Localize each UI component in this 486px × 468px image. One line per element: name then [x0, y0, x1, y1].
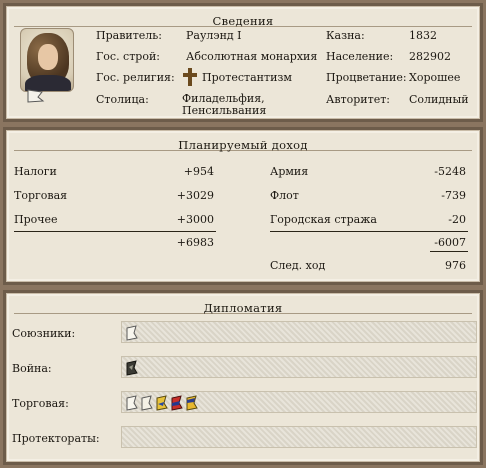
ruler-value[interactable]: Раулэнд I — [186, 29, 242, 42]
religion-value: Протестантизм — [202, 71, 292, 84]
war-label: Война: — [12, 362, 52, 375]
capital-label: Столица: — [96, 93, 149, 106]
protectorates-bar[interactable] — [121, 426, 477, 448]
next-turn-value: 976 — [445, 259, 466, 272]
government-value: Абсолютная монархия — [186, 50, 318, 63]
income-total-value: +6983 — [176, 236, 214, 249]
red-blue-flag-icon[interactable] — [169, 394, 185, 412]
income-other-label: Прочее — [14, 213, 58, 226]
expense-fleet-label: Флот — [270, 189, 299, 202]
treasury-value: 1832 — [409, 29, 437, 42]
income-other-value: +3000 — [176, 213, 214, 226]
faction-info-panel: Сведения Правитель: Раулэнд I Гос. строй… — [3, 3, 483, 122]
ruler-label: Правитель: — [96, 29, 162, 42]
diplomacy-title-bar: Дипломатия — [14, 297, 472, 315]
treasury-label: Казна: — [326, 29, 365, 42]
yellow-flag-icon[interactable] — [154, 394, 170, 412]
war-bar[interactable] — [121, 356, 477, 378]
diplomacy-panel: Дипломатия Союзники: Война: Торговая: Пр… — [3, 290, 483, 465]
allies-label: Союзники: — [12, 327, 76, 340]
population-value: 282902 — [409, 50, 451, 63]
protectorates-label: Протектораты: — [12, 432, 100, 445]
net-rule — [430, 251, 468, 252]
expense-guard-value: -20 — [448, 213, 466, 226]
white-flag-icon[interactable] — [124, 324, 140, 342]
income-taxes-value: +954 — [183, 165, 214, 178]
income-trade-label: Торговая — [14, 189, 68, 202]
authority-label: Авторитет: — [326, 93, 390, 106]
expense-total-value: -6007 — [434, 236, 466, 249]
authority-value: Солидный — [409, 93, 469, 106]
ruler-portrait[interactable] — [20, 28, 74, 92]
allies-bar[interactable] — [121, 321, 477, 343]
income-sum-rule — [14, 231, 216, 232]
next-turn-label: След. ход — [270, 259, 326, 272]
trade-bar[interactable] — [121, 391, 477, 413]
expense-sum-rule — [270, 231, 468, 232]
white-flag-icon[interactable] — [124, 394, 140, 412]
income-trade-value: +3029 — [176, 189, 214, 202]
info-title-bar: Сведения — [14, 10, 472, 28]
dark-flag-icon[interactable] — [124, 359, 140, 377]
portrait-face — [38, 44, 58, 70]
income-title: Планируемый доход — [178, 138, 308, 152]
info-title: Сведения — [212, 14, 274, 28]
prosperity-label: Процветание: — [326, 71, 407, 84]
white-flag-icon[interactable] — [139, 394, 155, 412]
trade-label: Торговая: — [12, 397, 69, 410]
expense-army-value: -5248 — [434, 165, 466, 178]
population-label: Население: — [326, 50, 394, 63]
religion-label: Гос. религия: — [96, 71, 175, 84]
government-label: Гос. строй: — [96, 50, 161, 63]
diplomacy-title: Дипломатия — [203, 301, 283, 315]
expense-army-label: Армия — [270, 165, 309, 178]
expense-fleet-value: -739 — [441, 189, 466, 202]
prosperity-value: Хорошее — [409, 71, 461, 84]
cross-icon — [183, 68, 197, 86]
capital-value-line2[interactable]: Пенсильвания — [182, 104, 266, 117]
faction-flag-icon — [27, 89, 45, 103]
planned-income-panel: Планируемый доход Налоги +954 Торговая +… — [3, 127, 483, 285]
income-taxes-label: Налоги — [14, 165, 57, 178]
yellow-blue-flag-icon[interactable] — [184, 394, 200, 412]
expense-guard-label: Городская стража — [270, 213, 377, 226]
income-title-bar: Планируемый доход — [14, 134, 472, 152]
